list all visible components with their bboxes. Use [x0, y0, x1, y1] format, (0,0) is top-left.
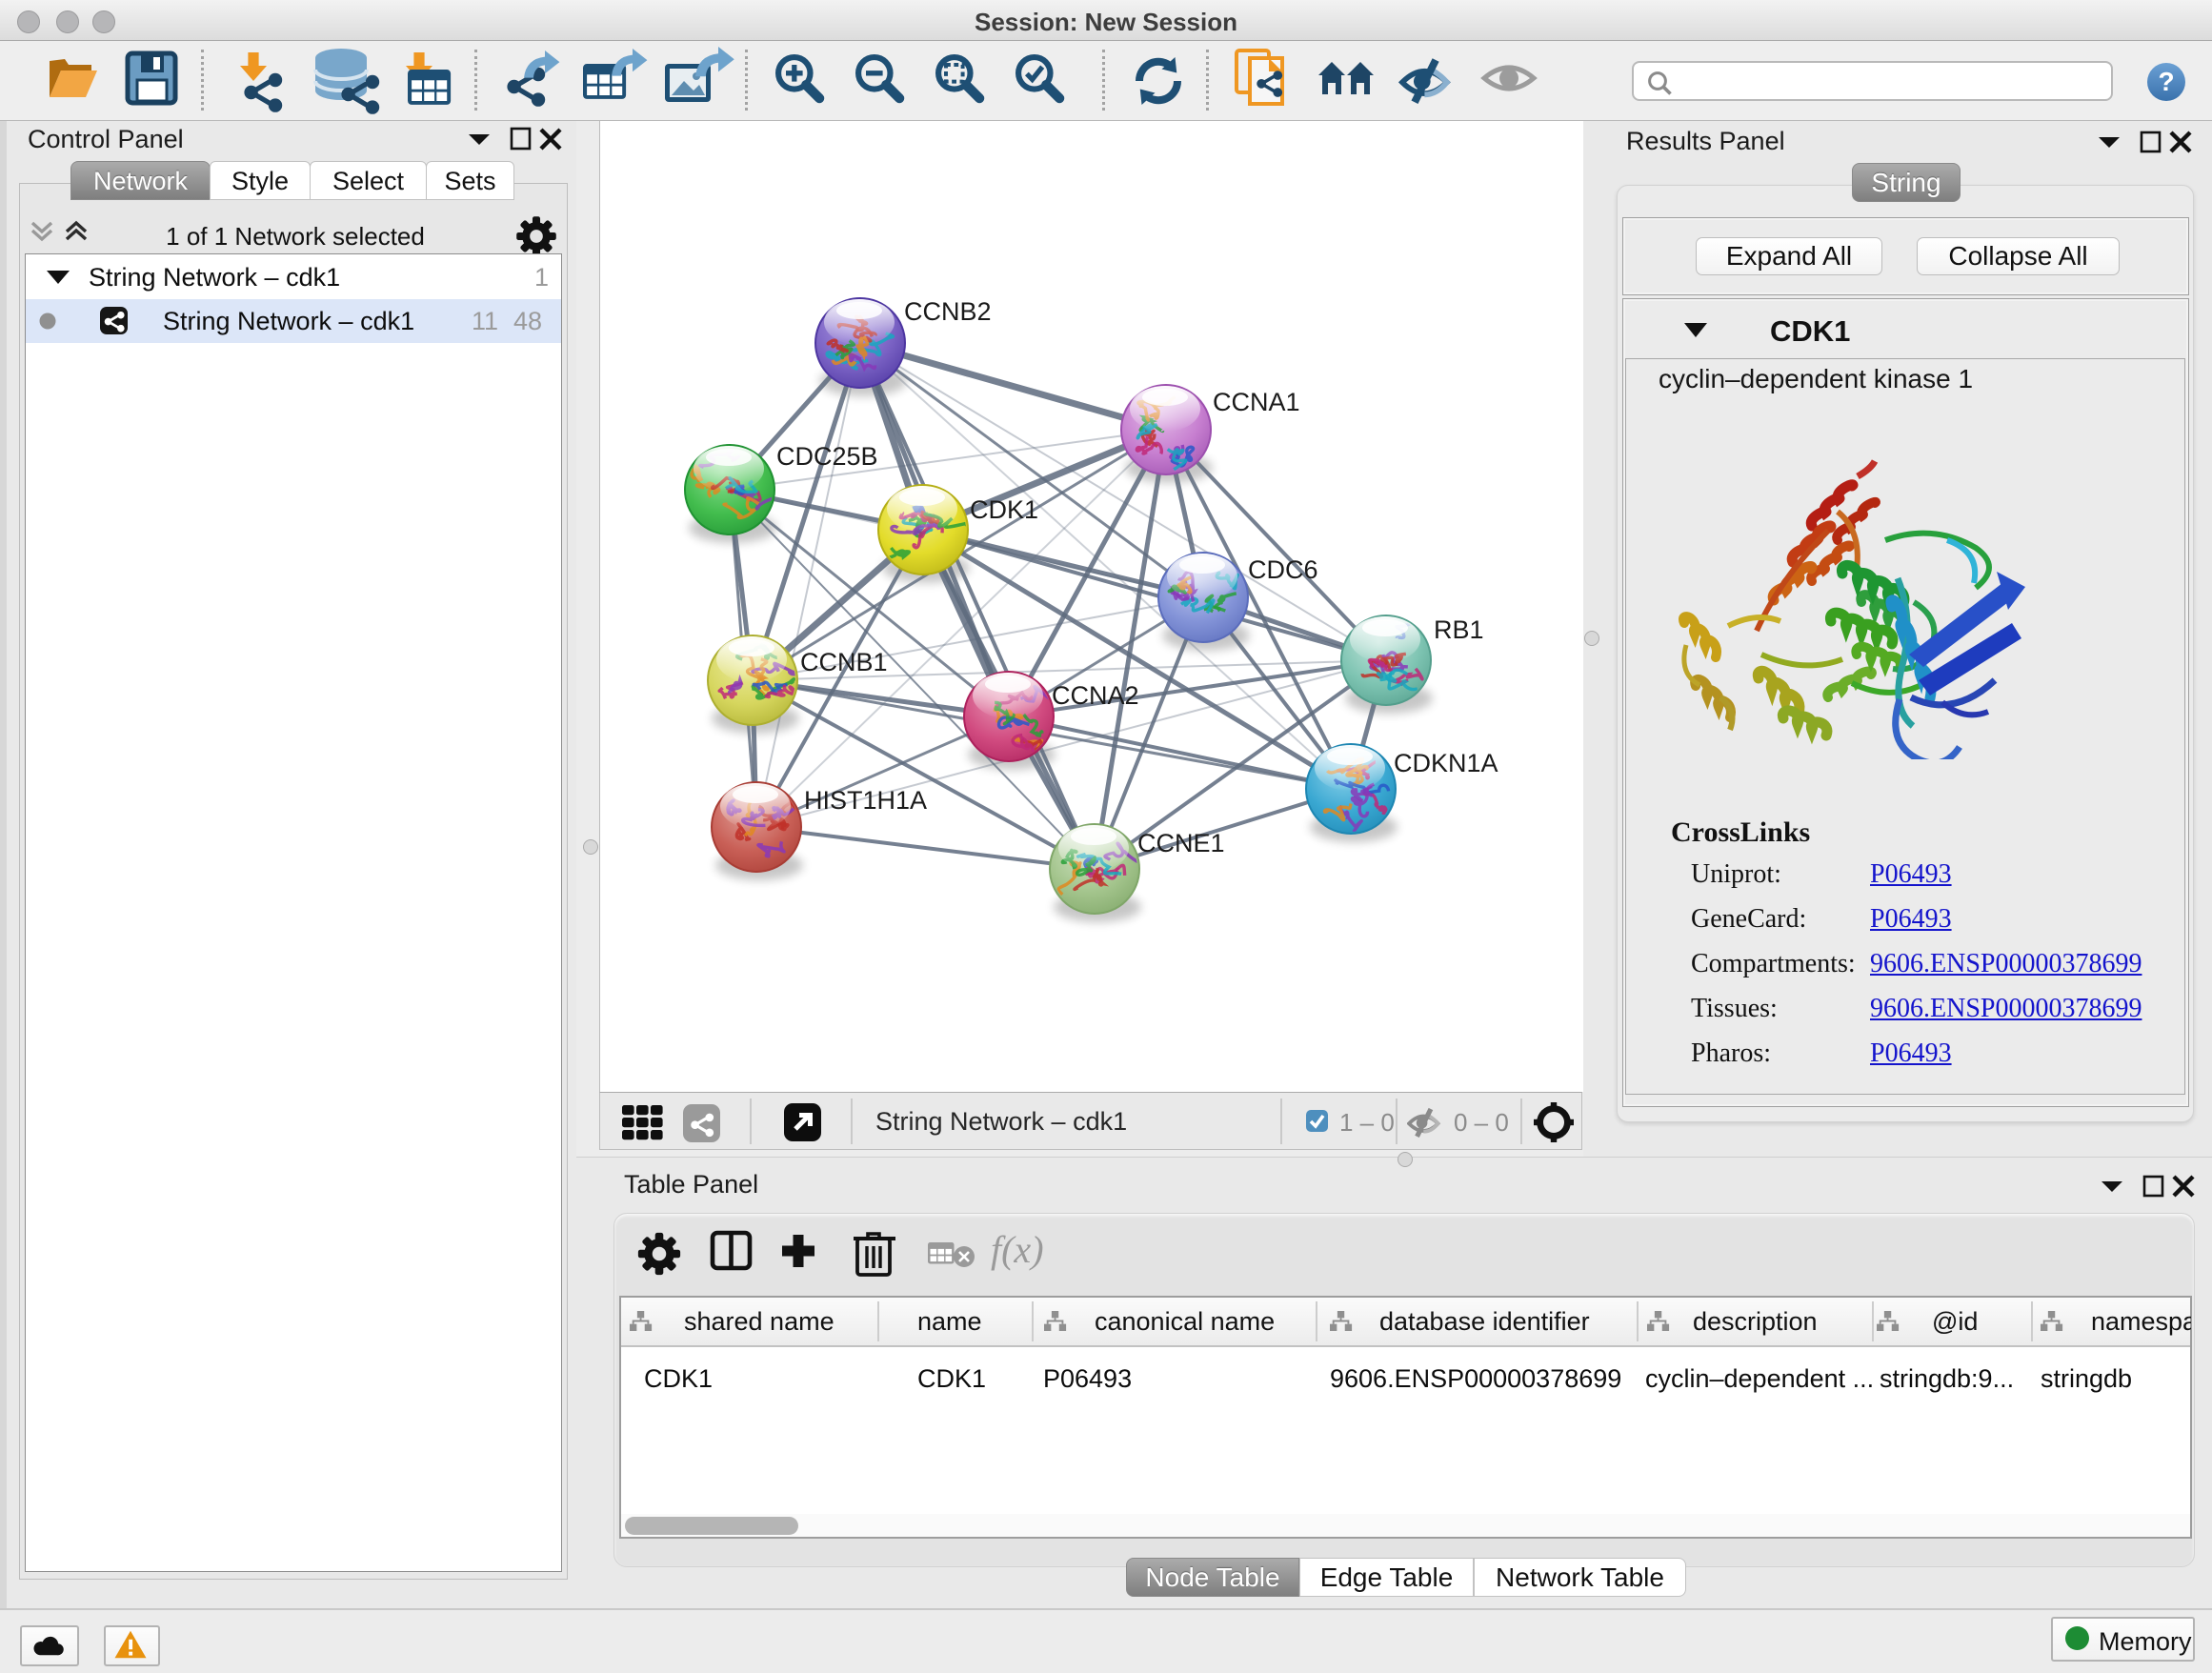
svg-text:CDC6: CDC6: [1248, 555, 1318, 584]
svg-text:CDK1: CDK1: [970, 495, 1038, 524]
svg-text:HIST1H1A: HIST1H1A: [804, 786, 927, 815]
svg-text:CCNA1: CCNA1: [1213, 388, 1300, 416]
svg-text:CDC25B: CDC25B: [776, 442, 878, 471]
svg-text:CCNA2: CCNA2: [1052, 681, 1139, 710]
svg-text:RB1: RB1: [1434, 615, 1484, 644]
svg-text:CCNB2: CCNB2: [904, 297, 992, 326]
svg-text:CCNE1: CCNE1: [1137, 829, 1225, 857]
svg-text:CDKN1A: CDKN1A: [1394, 749, 1498, 777]
svg-text:CCNB1: CCNB1: [800, 648, 888, 676]
